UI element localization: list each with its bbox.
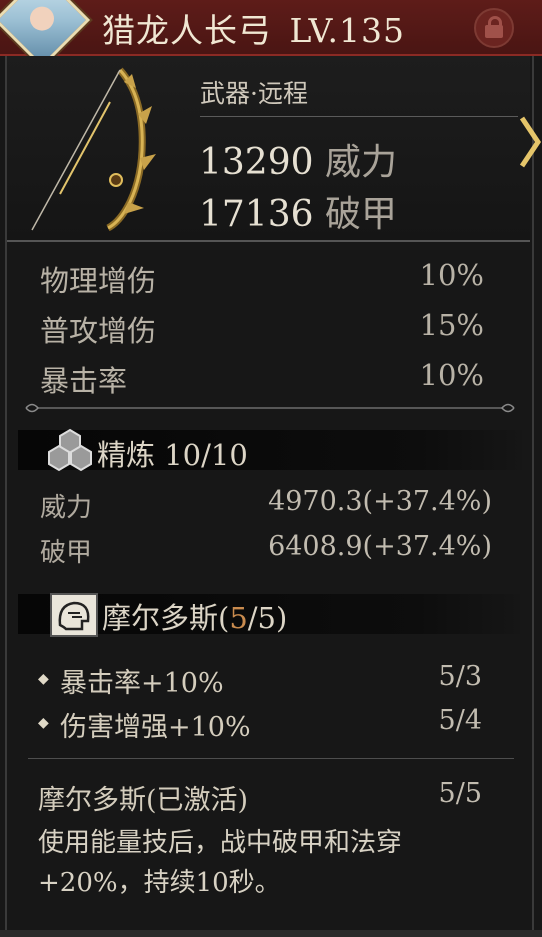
set-bonus-text: 暴击率+10% bbox=[60, 668, 224, 699]
item-level: LV.135 bbox=[289, 11, 406, 50]
stat-label: 破甲 bbox=[324, 194, 397, 235]
attribute-label: 物理增伤 bbox=[40, 264, 157, 298]
bottom-edge bbox=[0, 930, 542, 937]
refine-icon bbox=[48, 428, 92, 472]
item-tooltip-card: 猎龙人长弓 LV.135 武器·远程 13290 威力 17136 破甲 物理增… bbox=[0, 0, 542, 937]
set-effect-description: +20%，持续10秒。 bbox=[38, 868, 281, 898]
chevron-right-icon[interactable] bbox=[518, 114, 542, 170]
ornamental-divider bbox=[25, 403, 515, 413]
stat-value: 13290 bbox=[199, 142, 314, 183]
set-title: 摩尔多斯(5/5) bbox=[102, 595, 287, 637]
set-effect-description: 使用能量技后，战中破甲和法穿 bbox=[38, 828, 403, 858]
attribute-value: 10% bbox=[419, 358, 484, 392]
refine-stat-label: 破甲 bbox=[40, 538, 93, 568]
set-name: 摩尔多斯( bbox=[102, 601, 230, 635]
refine-stat-value: 6408.9(+37.4%) bbox=[268, 531, 492, 562]
attribute-value: 15% bbox=[419, 308, 484, 342]
diamond-bullet-icon: ◆ bbox=[38, 671, 49, 687]
divider bbox=[200, 116, 518, 117]
weapon-armor-break-stat: 17136 破甲 bbox=[199, 185, 397, 237]
set-bonus-value: 5/3 bbox=[438, 661, 482, 692]
divider bbox=[28, 758, 514, 759]
lock-body bbox=[485, 25, 503, 38]
refine-label: 精炼 bbox=[97, 438, 156, 472]
attribute-label: 普攻增伤 bbox=[40, 314, 157, 348]
attribute-label: 暴击率 bbox=[40, 364, 128, 398]
stat-value: 17136 bbox=[199, 194, 314, 235]
set-helmet-icon bbox=[50, 593, 98, 637]
set-count: 5 bbox=[229, 601, 248, 635]
longbow-weapon-icon bbox=[31, 67, 156, 232]
set-bonus-value: 5/4 bbox=[438, 705, 482, 736]
refine-stat-label: 威力 bbox=[40, 493, 93, 523]
set-bonus-text: 伤害增强+10% bbox=[60, 712, 251, 743]
set-total: /5) bbox=[247, 601, 288, 635]
avatar-face bbox=[30, 6, 54, 31]
set-active-value: 5/5 bbox=[438, 778, 482, 809]
item-name: 猎龙人长弓 bbox=[102, 11, 272, 50]
refine-progress: 10/10 bbox=[164, 438, 248, 472]
item-title: 猎龙人长弓 LV.135 bbox=[102, 4, 405, 52]
refine-stat-value: 4970.3(+37.4%) bbox=[268, 486, 492, 517]
weapon-power-stat: 13290 威力 bbox=[199, 133, 397, 185]
set-active-label: 摩尔多斯(已激活) bbox=[38, 785, 249, 816]
weapon-type: 武器·远程 bbox=[200, 79, 308, 108]
attribute-value: 10% bbox=[419, 258, 484, 292]
lock-icon[interactable] bbox=[474, 8, 514, 48]
refine-title: 精炼 10/10 bbox=[97, 432, 248, 474]
diamond-bullet-icon: ◆ bbox=[38, 715, 49, 731]
stat-label: 威力 bbox=[324, 142, 397, 183]
